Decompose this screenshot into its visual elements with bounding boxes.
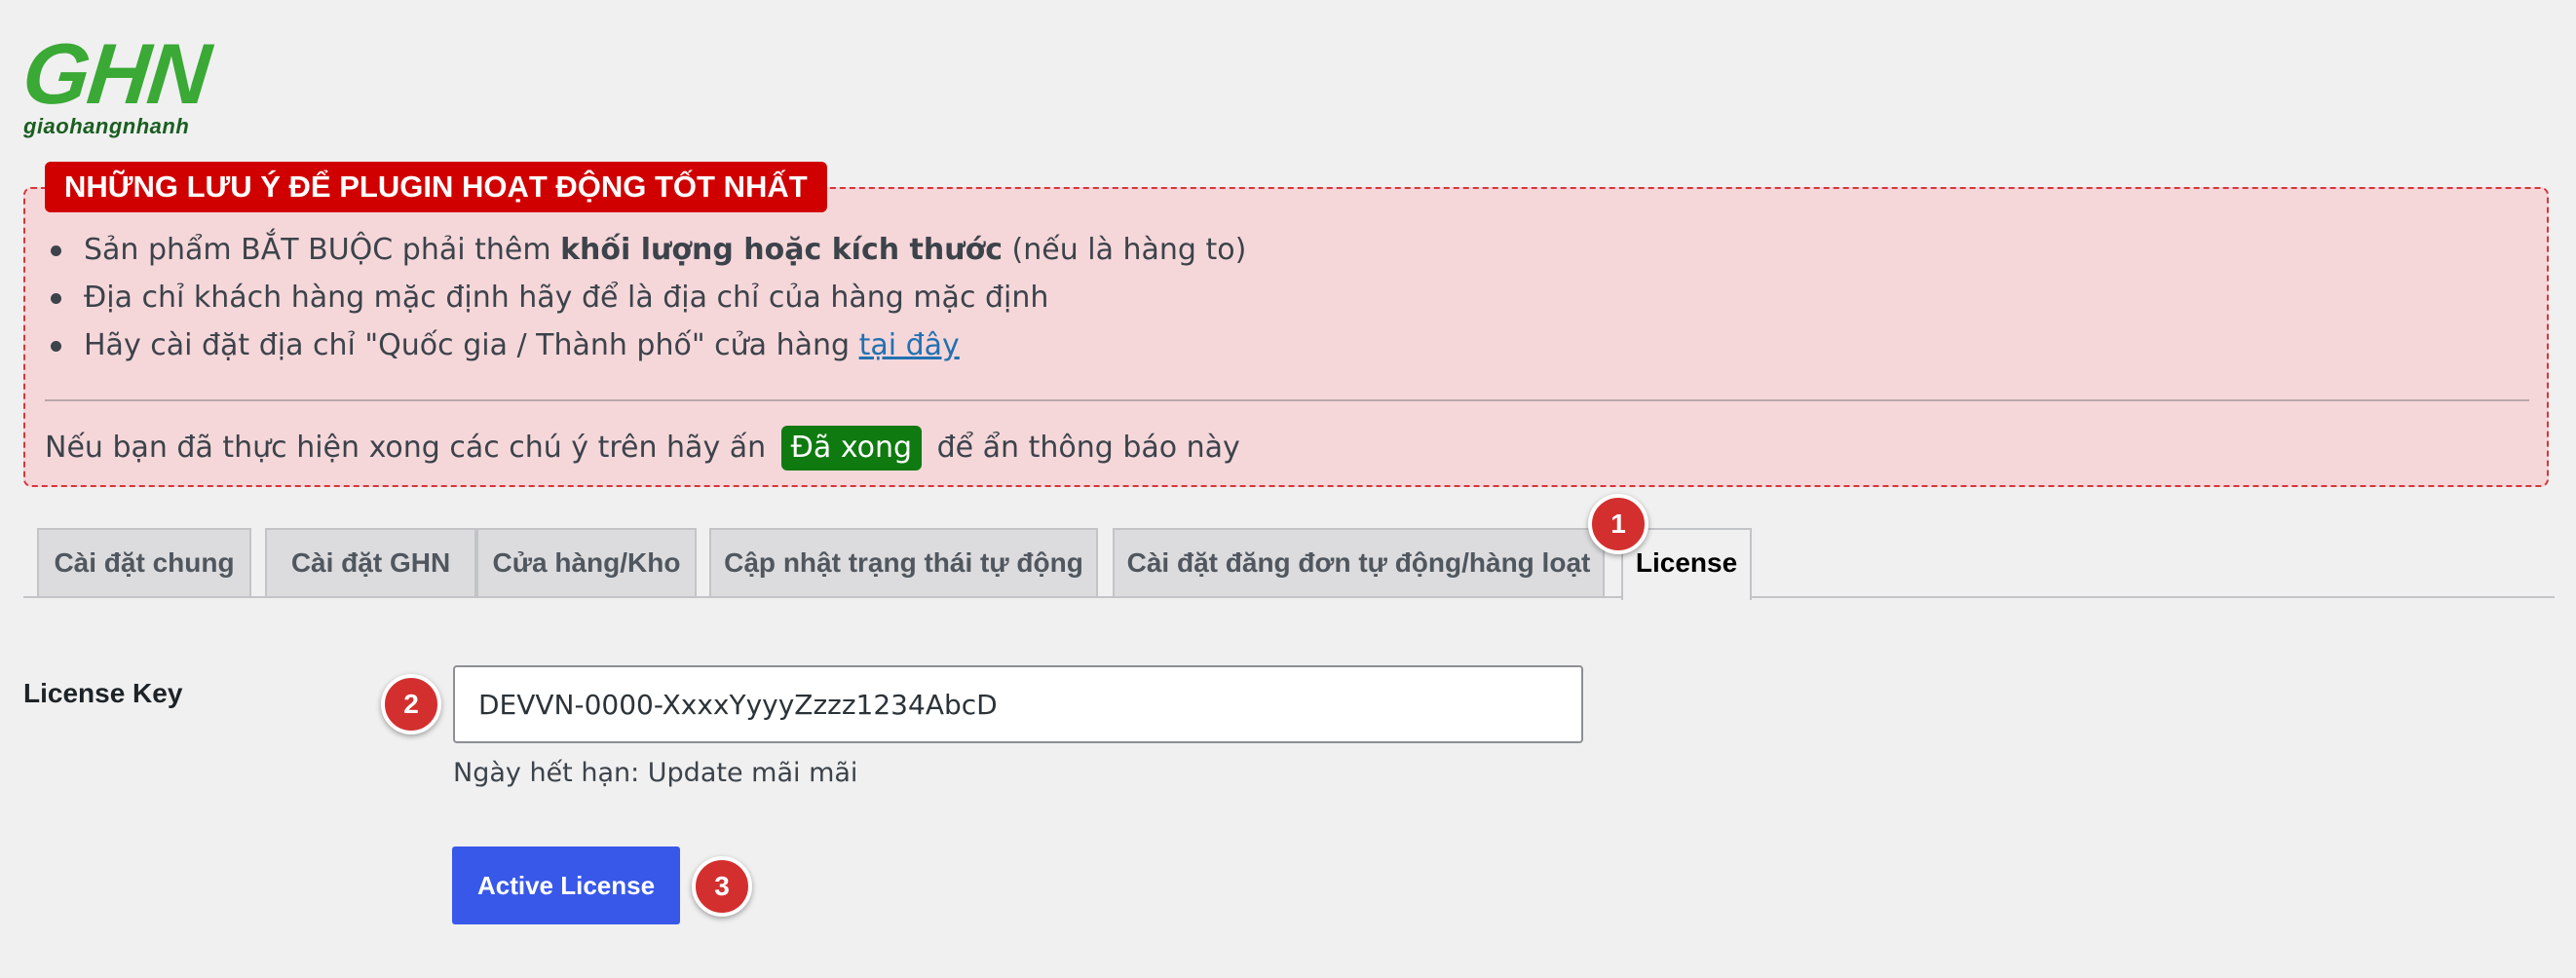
license-key-input[interactable] [453,665,1583,743]
done-button[interactable]: Đã xong [780,426,923,470]
notice-list: Sản phẩm BẮT BUỘC phải thêm khối lượng h… [45,226,1246,369]
tab-store-warehouse[interactable]: Cửa hàng/Kho [476,528,697,596]
notice-item-address: Địa chỉ khách hàng mặc định hãy để là đị… [45,274,1246,321]
tab-auto-status-update[interactable]: Cập nhật trạng thái tự động [709,528,1098,596]
tab-ghn-settings[interactable]: Cài đặt GHN [265,528,476,596]
notice-dismiss-row: Nếu bạn đã thực hiện xong các chú ý trên… [45,423,1240,473]
notice-item-weight-suffix: (nếu là hàng to) [1002,233,1247,267]
notice-divider [45,399,2529,401]
notice-item-address-text: Địa chỉ khách hàng mặc định hãy để là đị… [84,281,1049,315]
tabs-baseline [23,596,2555,598]
tab-auto-order-posting[interactable]: Cài đặt đăng đơn tự động/hàng loạt [1113,528,1605,596]
notice-title: NHỮNG LƯU Ý ĐỂ PLUGIN HOẠT ĐỘNG TỐT NHẤT [45,162,827,212]
notice-item-weight-text: Sản phẩm BẮT BUỘC phải thêm [84,233,561,267]
license-key-label: License Key [23,678,183,708]
license-expiry-text: Ngày hết hạn: Update mãi mãi [453,758,858,788]
logo-mark: GHN [18,25,213,122]
store-settings-link[interactable]: tại đây [859,328,960,362]
notice-item-store-location-text: Hãy cài đặt địa chỉ "Quốc gia / Thành ph… [84,328,859,362]
notice-dismiss-text: Nếu bạn đã thực hiện xong các chú ý trên… [45,431,776,465]
notice-item-weight-bold: khối lượng hoặc kích thước [560,233,1003,267]
active-license-button[interactable]: Active License [452,846,680,924]
step-badge-2: 2 [381,674,441,734]
step-badge-1: 1 [1588,494,1648,554]
tab-general-settings[interactable]: Cài đặt chung [37,528,251,596]
notice-dismiss-suffix: để ẩn thông báo này [928,431,1240,465]
ghn-logo: GHN giaohangnhanh [19,25,238,140]
notice-item-store-location: Hãy cài đặt địa chỉ "Quốc gia / Thành ph… [45,321,1246,369]
notice-item-weight: Sản phẩm BẮT BUỘC phải thêm khối lượng h… [45,226,1246,274]
step-badge-3: 3 [692,856,752,917]
